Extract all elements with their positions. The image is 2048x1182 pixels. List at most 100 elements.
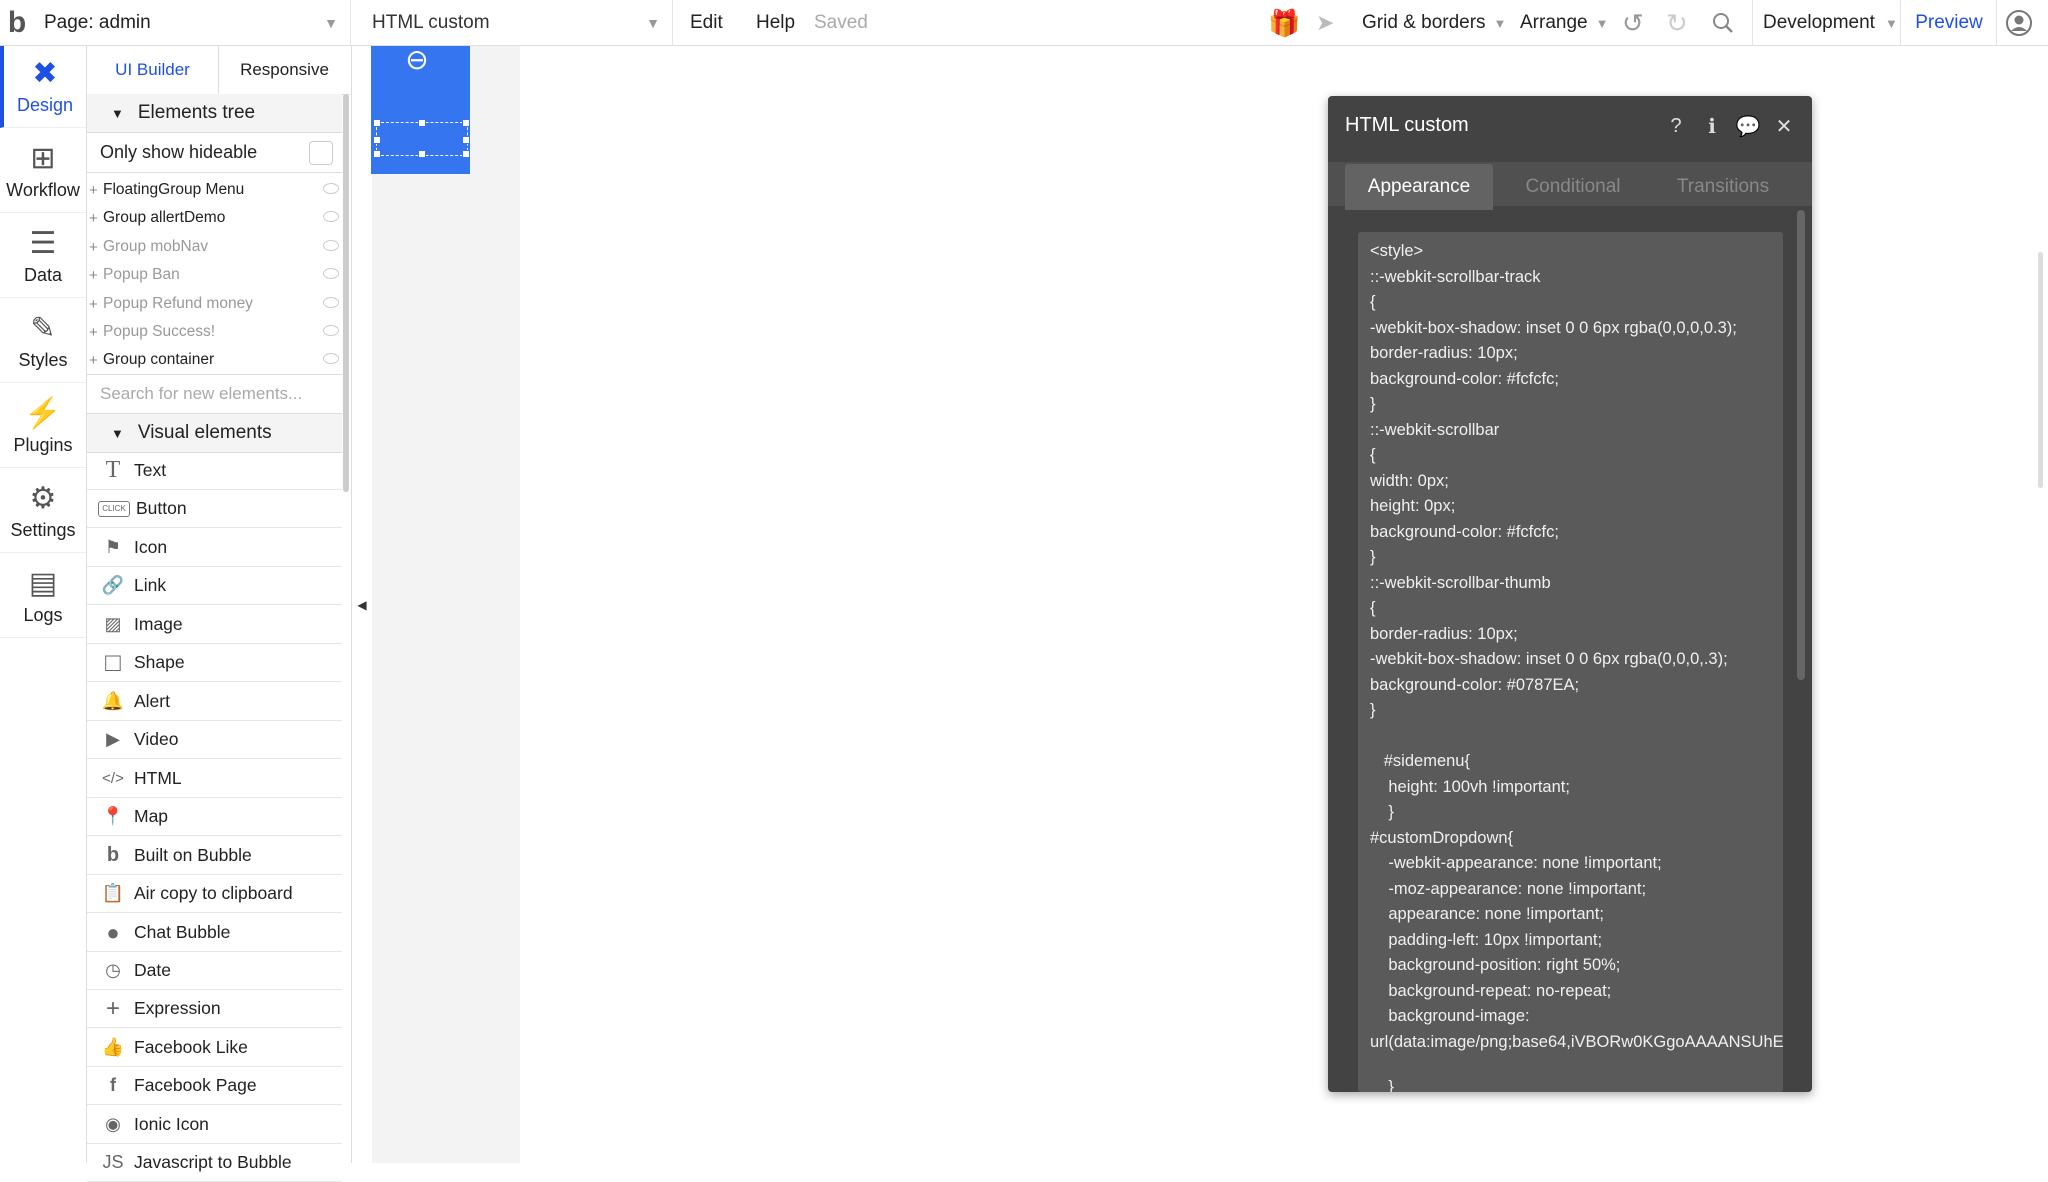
inspector-scrollbar[interactable] [1797,210,1805,680]
code-line: -webkit-appearance: none !important; [1370,854,1662,872]
tab-transitions[interactable]: Transitions [1648,164,1798,210]
help-icon[interactable]: ? [1664,114,1688,138]
resize-handle[interactable] [462,119,470,127]
pointer-icon[interactable]: ➤ [1316,0,1334,46]
plus-icon[interactable]: + [89,182,103,199]
page-canvas[interactable] [520,46,2048,1163]
eye-icon[interactable] [323,183,339,194]
search-icon[interactable] [1712,0,1742,46]
visual-element-label: Shape [134,652,185,672]
plus-icon[interactable]: + [89,352,103,369]
plugin-icon: ⚡ [24,397,62,430]
resize-handle[interactable] [373,119,381,127]
elements-tree-header[interactable]: ▼ Elements tree [87,94,342,133]
account-icon[interactable] [1996,0,2041,46]
visual-element-expression[interactable]: + Expression [87,990,342,1028]
visual-element-link[interactable]: 🔗 Link [87,567,342,605]
collapse-panel-handle[interactable]: ◀ [351,46,373,1163]
visual-element-shape[interactable]: □ Shape [87,644,342,682]
visual-element-map[interactable]: 📍 Map [87,798,342,836]
comment-icon[interactable]: 💬 [1736,114,1761,138]
visual-element-chat-bubble[interactable]: ● Chat Bubble [87,914,342,952]
tab-data[interactable]: ☰ Data [0,216,86,298]
code-line: } [1370,548,1376,566]
plus-icon[interactable]: + [89,267,103,284]
tab-styles[interactable]: ✎ Styles [0,301,86,383]
arrange-menu[interactable]: Arrange ▼ [1520,0,1608,46]
resize-handle[interactable] [373,136,381,144]
undo-icon[interactable]: ↺ [1622,0,1644,46]
visual-element-label: Expression [134,998,221,1018]
help-menu[interactable]: Help [756,0,795,46]
eye-icon[interactable] [323,297,339,308]
visual-element-html[interactable]: </> HTML [87,760,342,798]
tree-item[interactable]: + Popup Refund money [87,290,342,318]
plus-icon[interactable]: + [89,324,103,341]
code-line: url(data:image/png;base64,iVBORw0KGgoAAA… [1370,1033,1783,1051]
info-icon[interactable]: ℹ [1700,114,1724,138]
visual-element-ionic-icon[interactable]: ◉ Ionic Icon [87,1106,342,1144]
eye-icon[interactable] [323,268,339,279]
plus-icon[interactable]: + [89,210,103,227]
visual-element-javascript[interactable]: JS Javascript to Bubble [87,1144,342,1182]
eye-icon[interactable] [323,353,339,364]
tab-logs[interactable]: ▤ Logs [0,556,86,638]
search-elements-input[interactable]: Search for new elements... [87,374,342,414]
panel-scrollbar[interactable] [343,94,349,492]
visual-elements-header[interactable]: ▼ Visual elements [87,414,342,453]
redo-icon[interactable]: ↻ [1666,0,1688,46]
resize-handle[interactable] [373,150,381,158]
text-icon: T [105,457,121,483]
tree-item[interactable]: + Group container [87,346,342,374]
gift-icon[interactable]: 🎁 [1268,0,1300,46]
html-code-editor[interactable]: <style> ::-webkit-scrollbar-track { -web… [1358,232,1783,1092]
visual-element-clipboard[interactable]: 📋 Air copy to clipboard [87,875,342,913]
visual-element-icon[interactable]: ⚑ Icon [87,529,342,567]
tab-responsive[interactable]: Responsive [219,46,350,94]
grid-borders-menu[interactable]: Grid & borders ▼ [1362,0,1506,46]
tab-plugins[interactable]: ⚡ Plugins [0,386,86,468]
page-selector[interactable]: Page: admin ▼ [44,0,351,46]
tree-item[interactable]: + FloatingGroup Menu [87,176,342,204]
close-icon[interactable]: ✕ [1772,114,1796,138]
eye-icon[interactable] [323,325,339,336]
element-selector[interactable]: HTML custom ▼ [372,0,673,46]
visual-element-image[interactable]: ▨ Image [87,606,342,644]
tab-design[interactable]: ✖ Design [0,46,86,128]
eye-icon[interactable] [323,211,339,222]
resize-handle[interactable] [462,150,470,158]
resize-handle[interactable] [418,119,426,127]
tab-workflow[interactable]: ⊞ Workflow [0,131,86,213]
page-scrollbar[interactable] [2038,252,2043,488]
tab-conditional[interactable]: Conditional [1498,164,1648,210]
eye-icon[interactable] [323,240,339,251]
edit-menu[interactable]: Edit [690,0,723,46]
environment-selector[interactable]: Development ▼ [1752,0,1898,46]
bubble-logo[interactable]: b [0,0,34,46]
tree-item[interactable]: + Group allertDemo [87,204,342,232]
tab-ui-builder[interactable]: UI Builder [87,46,219,94]
visual-element-video[interactable]: ▶ Video [87,721,342,759]
resize-handle[interactable] [462,136,470,144]
visual-element-facebook-like[interactable]: 👍 Facebook Like [87,1029,342,1067]
tab-settings[interactable]: ⚙ Settings [0,471,86,553]
plus-icon[interactable]: + [89,296,103,313]
visual-element-date[interactable]: ◷ Date [87,952,342,990]
resize-handle[interactable] [418,150,426,158]
map-pin-icon: 📍 [101,806,125,826]
plus-icon[interactable]: + [89,239,103,256]
tree-item[interactable]: + Popup Success! [87,318,342,346]
tab-appearance[interactable]: Appearance [1345,164,1493,210]
visual-element-text[interactable]: T Text [87,452,342,490]
only-hideable-checkbox[interactable] [309,141,333,165]
save-status: Saved [814,12,868,33]
visual-element-label: Video [134,729,179,749]
tree-item[interactable]: + Popup Ban [87,261,342,289]
visual-element-facebook-page[interactable]: f Facebook Page [87,1067,342,1105]
tree-item[interactable]: + Group mobNav [87,233,342,261]
visual-element-button[interactable]: CLICK Button [87,490,342,528]
logout-icon[interactable]: ⊖ [402,46,432,76]
preview-button[interactable]: Preview [1900,0,1997,46]
visual-element-alert[interactable]: 🔔 Alert [87,683,342,721]
visual-element-built-on-bubble[interactable]: b Built on Bubble [87,837,342,875]
